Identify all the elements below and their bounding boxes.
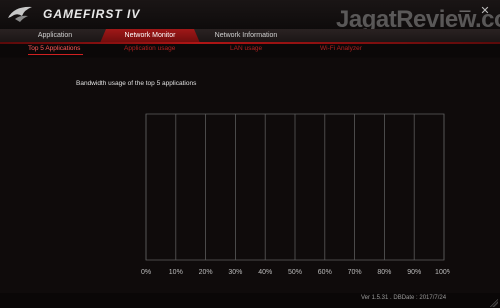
gamefirst-window: GAMEFIRST IV JagatReview.com — ✕ Applica… — [0, 0, 500, 308]
app-title: GAMEFIRST IV — [43, 7, 141, 21]
close-button[interactable]: ✕ — [478, 4, 492, 18]
sub-tabs: Top 5 Applications Application usage LAN… — [0, 44, 500, 57]
rog-eye-icon — [8, 6, 32, 22]
active-subtab-indicator — [28, 54, 83, 55]
x-tick-label: 90% — [407, 269, 421, 276]
tab-network-information[interactable]: Network Information — [196, 29, 296, 43]
minimize-button[interactable]: — — [458, 4, 472, 18]
x-tick-label: 30% — [228, 269, 242, 276]
x-tick-label: 60% — [318, 269, 332, 276]
subtab-top-5-applications[interactable]: Top 5 Applications — [28, 45, 80, 52]
resize-grip-icon[interactable] — [490, 299, 498, 307]
x-tick-label: 50% — [288, 269, 302, 276]
main-tabs: Application Network Monitor Network Info… — [0, 29, 500, 43]
x-tick-label: 70% — [348, 269, 362, 276]
x-tick-label: 0% — [141, 269, 151, 276]
x-tick-label: 80% — [377, 269, 391, 276]
x-tick-label: 40% — [258, 269, 272, 276]
tab-network-monitor[interactable]: Network Monitor — [100, 29, 200, 43]
x-tick-label: 100% — [435, 269, 450, 276]
tab-application[interactable]: Application — [10, 29, 100, 43]
subtab-lan-usage[interactable]: LAN usage — [230, 45, 262, 52]
chart-title: Bandwidth usage of the top 5 application… — [76, 80, 197, 87]
x-tick-label: 10% — [169, 269, 183, 276]
bandwidth-chart: 0% 10% 20% 30% 40% 50% 60% 70% 80% 90% 100% — [141, 113, 450, 276]
x-tick-label: 20% — [199, 269, 213, 276]
subtab-application-usage[interactable]: Application usage — [124, 45, 175, 52]
subtab-wifi-analyzer[interactable]: Wi-Fi Analyzer — [320, 45, 362, 52]
title-bar: GAMEFIRST IV JagatReview.com — ✕ — [0, 0, 500, 33]
version-info: Ver 1.5.31 . DBDate : 2017/7/24 — [361, 295, 447, 301]
